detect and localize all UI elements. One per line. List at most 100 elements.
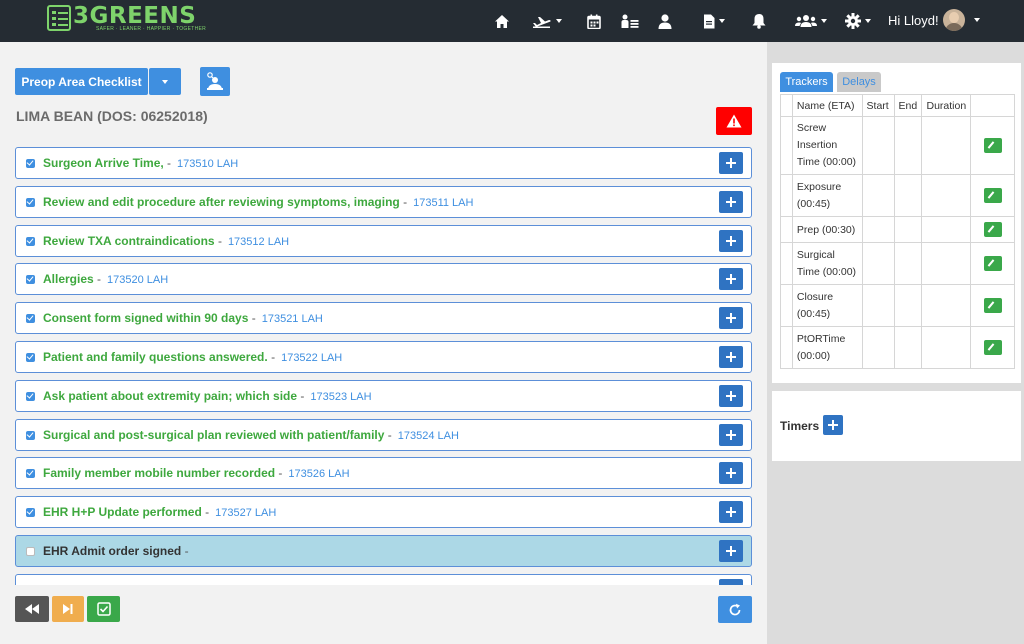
- edit-tracker-button[interactable]: [983, 222, 1002, 237]
- checkbox[interactable]: [26, 353, 35, 362]
- checkbox[interactable]: [26, 314, 35, 323]
- edit-tracker-button[interactable]: [983, 340, 1002, 355]
- checklist-item-active[interactable]: EHR Admit order signed -: [15, 535, 752, 567]
- tab-delays[interactable]: Delays: [837, 72, 881, 92]
- checklist-select-button[interactable]: Preop Area Checklist: [15, 68, 148, 95]
- gear-icon[interactable]: [845, 11, 871, 31]
- bell-icon[interactable]: [752, 11, 766, 31]
- add-button[interactable]: [719, 462, 743, 484]
- edit-tracker-button[interactable]: [983, 138, 1002, 153]
- tracker-start: [861, 216, 895, 243]
- add-button[interactable]: [719, 385, 743, 407]
- item-dash: -: [97, 272, 102, 286]
- checkbox[interactable]: [26, 392, 35, 401]
- checklist-item[interactable]: Surgical and post-surgical plan reviewed…: [15, 419, 752, 451]
- refresh-button[interactable]: [718, 596, 752, 623]
- tracker-end: [893, 216, 923, 243]
- patient-education-button[interactable]: [200, 67, 230, 96]
- tab-trackers[interactable]: Trackers: [780, 72, 833, 92]
- edit-tracker-button[interactable]: [983, 256, 1002, 271]
- patient-list-icon[interactable]: [621, 11, 639, 31]
- item-dash: -: [387, 428, 392, 442]
- checkbox[interactable]: [26, 237, 35, 246]
- checklist-dropdown-toggle[interactable]: [149, 68, 181, 95]
- checklist-item[interactable]: Ask patient about extremity pain; which …: [15, 380, 752, 412]
- item-code: 173511 LAH: [413, 197, 474, 209]
- checkbox[interactable]: [26, 159, 35, 168]
- add-timer-button[interactable]: [823, 415, 843, 435]
- item-title: Consent form signed within 90 days: [43, 311, 249, 325]
- home-icon[interactable]: [494, 11, 510, 31]
- checklist-item[interactable]: Patient and family questions answered. -…: [15, 341, 752, 373]
- tracker-start: [861, 116, 895, 175]
- tracker-name: Surgical Time (00:00): [791, 242, 863, 285]
- tracker-duration: [921, 174, 972, 217]
- checkbox[interactable]: [26, 547, 35, 556]
- tracker-name: Screw Insertion Time (00:00): [791, 116, 863, 175]
- checklist-item[interactable]: Review and edit procedure after reviewin…: [15, 186, 752, 218]
- document-icon[interactable]: [703, 11, 725, 31]
- top-navbar: 3GREENS SAFER · LEANER · HAPPIER · TOGET…: [0, 0, 1024, 42]
- item-dash: -: [403, 195, 408, 209]
- chevron-down-icon[interactable]: [974, 18, 980, 22]
- add-button[interactable]: [719, 501, 743, 523]
- column-header-actions: [970, 94, 1015, 117]
- checkbox[interactable]: [26, 275, 35, 284]
- add-button[interactable]: [719, 307, 743, 329]
- skip-forward-button[interactable]: [52, 596, 84, 622]
- item-title: EHR H+P Update performed: [43, 505, 202, 519]
- user-greeting[interactable]: Hi Lloyd!: [888, 13, 939, 28]
- group-icon[interactable]: [795, 11, 827, 31]
- checklist-item[interactable]: Consent form signed within 90 days -1735…: [15, 302, 752, 334]
- checklist-item[interactable]: [15, 574, 752, 585]
- checkbox[interactable]: [26, 508, 35, 517]
- item-code: 173523 LAH: [310, 391, 372, 403]
- checkbox-checked-icon: [96, 602, 111, 616]
- item-title: EHR Admit order signed: [43, 544, 182, 558]
- add-button[interactable]: [719, 424, 743, 446]
- tracker-end: [893, 116, 923, 175]
- add-button[interactable]: [719, 540, 743, 562]
- checklist-item[interactable]: Surgeon Arrive Time, -173510 LAH: [15, 147, 752, 179]
- brand-logo[interactable]: 3GREENS SAFER · LEANER · HAPPIER · TOGET…: [47, 3, 206, 35]
- column-header: Start: [861, 94, 895, 117]
- logo-tagline: SAFER · LEANER · HAPPIER · TOGETHER: [96, 26, 207, 32]
- edit-tracker-button[interactable]: [983, 188, 1002, 203]
- flight-icon[interactable]: [532, 11, 562, 31]
- add-button[interactable]: [719, 230, 743, 252]
- tracker-name: Prep (00:30): [791, 216, 863, 243]
- add-button[interactable]: [719, 579, 743, 585]
- row-actions: [970, 242, 1015, 285]
- logo-text: 3GREENS: [73, 3, 197, 29]
- tracker-start: [861, 174, 895, 217]
- checkbox[interactable]: [26, 198, 35, 207]
- checkbox[interactable]: [26, 469, 35, 478]
- item-title: Family member mobile number recorded: [43, 466, 276, 480]
- add-button[interactable]: [719, 346, 743, 368]
- checklist-item[interactable]: Family member mobile number recorded -17…: [15, 457, 752, 489]
- edit-tracker-button[interactable]: [983, 298, 1002, 313]
- item-title: Surgeon Arrive Time,: [43, 156, 164, 170]
- user-avatar[interactable]: [943, 9, 965, 31]
- tracker-end: [893, 174, 923, 217]
- checklist-item[interactable]: Review TXA contraindications -173512 LAH: [15, 225, 752, 257]
- add-button[interactable]: [719, 152, 743, 174]
- checklist-item[interactable]: Allergies -173520 LAH: [15, 263, 752, 295]
- tracker-start: [861, 284, 895, 327]
- user-icon[interactable]: [658, 11, 672, 31]
- rewind-icon: [25, 604, 39, 614]
- checklist-item[interactable]: EHR H+P Update performed -173527 LAH: [15, 496, 752, 528]
- add-button[interactable]: [719, 268, 743, 290]
- item-code: 173526 LAH: [288, 468, 350, 480]
- row-spacer: [780, 216, 793, 243]
- complete-button[interactable]: [87, 596, 120, 622]
- add-button[interactable]: [719, 191, 743, 213]
- trackers-table: Name (ETA) Start End Duration Screw Inse…: [780, 94, 1015, 369]
- row-spacer: [780, 116, 793, 175]
- table-row: Prep (00:30): [780, 216, 1015, 243]
- checkbox[interactable]: [26, 431, 35, 440]
- checklist-title: Preop Area Checklist: [21, 74, 142, 89]
- rewind-button[interactable]: [15, 596, 49, 622]
- alert-button[interactable]: [716, 107, 752, 135]
- calendar-icon[interactable]: [587, 11, 601, 31]
